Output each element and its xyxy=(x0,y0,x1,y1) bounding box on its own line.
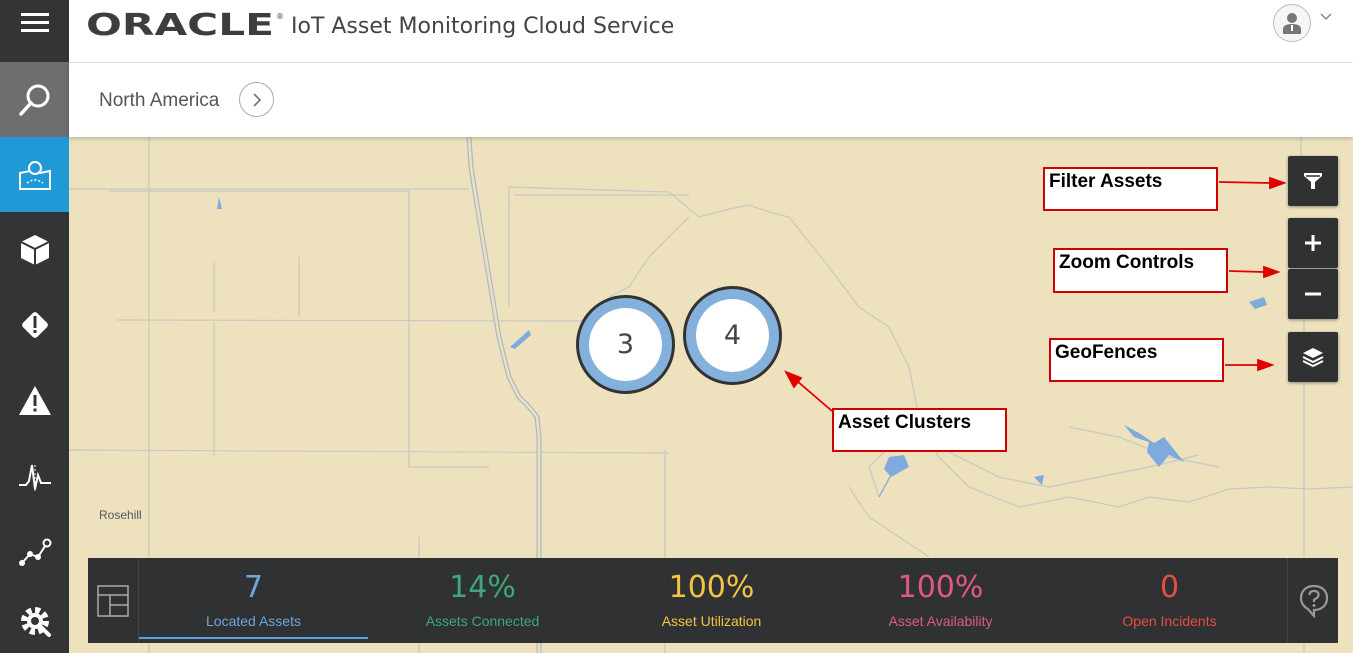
metric-value: 0 xyxy=(1159,570,1180,605)
callout-geofences: GeoFences xyxy=(1049,338,1224,382)
connections-nav-button[interactable] xyxy=(0,514,69,589)
place-label-rosehill: Rosehill xyxy=(99,508,142,522)
cluster-count: 4 xyxy=(723,320,742,351)
layout-icon xyxy=(97,584,129,617)
metrics-bar: 7 Located Assets 14% Assets Connected 10… xyxy=(88,558,1338,643)
metric-value: 100% xyxy=(668,570,755,605)
metric-value: 100% xyxy=(897,570,984,605)
map-nav-button[interactable] xyxy=(0,137,69,212)
geofences-button[interactable] xyxy=(1288,332,1338,382)
assets-nav-button[interactable] xyxy=(0,212,69,287)
plus-icon xyxy=(1305,235,1321,251)
help-button[interactable] xyxy=(1287,558,1339,643)
svg-text:ORACLE: ORACLE xyxy=(86,9,274,41)
connections-icon xyxy=(18,538,51,566)
metric-label: Assets Connected xyxy=(425,613,540,629)
chevron-right-icon xyxy=(252,92,261,107)
alerts-nav-button[interactable] xyxy=(0,362,69,439)
filter-assets-button[interactable] xyxy=(1288,156,1338,206)
callout-filter-assets: Filter Assets xyxy=(1043,167,1218,211)
help-icon xyxy=(1299,584,1328,618)
oracle-logo: ORACLE ® xyxy=(86,9,284,41)
analytics-nav-button[interactable] xyxy=(0,439,69,514)
metric-located-assets[interactable]: 7 Located Assets xyxy=(139,558,368,643)
asset-cluster[interactable]: 4 xyxy=(683,286,782,385)
menu-icon xyxy=(20,13,49,32)
map-icon xyxy=(18,160,51,190)
alerts-triangle-icon xyxy=(18,385,51,415)
zoom-in-button[interactable] xyxy=(1288,218,1338,268)
callout-zoom-controls: Zoom Controls xyxy=(1053,248,1228,293)
top-header: ORACLE ® IoT Asset Monitoring Cloud Serv… xyxy=(69,0,1353,63)
breadcrumb-location[interactable]: North America xyxy=(99,90,219,112)
metric-label: Open Incidents xyxy=(1122,613,1217,629)
search-nav-button[interactable] xyxy=(0,62,69,137)
incidents-diamond-icon xyxy=(21,311,48,338)
settings-icon xyxy=(20,607,51,637)
user-icon xyxy=(1283,13,1301,34)
zoom-out-button[interactable] xyxy=(1288,269,1338,319)
breadcrumb-next-button[interactable] xyxy=(239,82,274,117)
cluster-count: 3 xyxy=(616,329,635,360)
layout-toggle-button[interactable] xyxy=(88,558,139,643)
analytics-icon xyxy=(18,464,51,491)
metric-assets-connected[interactable]: 14% Assets Connected xyxy=(368,558,597,643)
metric-label: Located Assets xyxy=(206,613,301,629)
sidebar xyxy=(0,0,69,653)
user-avatar-button[interactable] xyxy=(1273,4,1311,42)
metric-value: 14% xyxy=(449,570,516,605)
menu-button[interactable] xyxy=(0,0,69,44)
minus-icon xyxy=(1305,292,1321,296)
incidents-nav-button[interactable] xyxy=(0,287,69,362)
callout-asset-clusters: Asset Clusters xyxy=(832,408,1007,452)
assets-cube-icon xyxy=(20,234,49,265)
search-icon xyxy=(18,84,49,116)
metric-asset-availability[interactable]: 100% Asset Availability xyxy=(826,558,1055,643)
svg-text:®: ® xyxy=(276,12,284,21)
metric-label: Asset Utilization xyxy=(661,613,762,629)
app-title: IoT Asset Monitoring Cloud Service xyxy=(291,14,675,39)
filter-icon xyxy=(1304,173,1322,189)
metric-value: 7 xyxy=(243,570,264,605)
asset-cluster[interactable]: 3 xyxy=(576,295,675,394)
metric-open-incidents[interactable]: 0 Open Incidents xyxy=(1055,558,1284,643)
layers-icon xyxy=(1302,348,1324,368)
settings-nav-button[interactable] xyxy=(0,589,69,653)
breadcrumb: North America xyxy=(69,63,1353,137)
metric-label: Asset Availability xyxy=(888,613,993,629)
chevron-down-icon[interactable] xyxy=(1320,13,1332,21)
metric-asset-utilization[interactable]: 100% Asset Utilization xyxy=(597,558,826,643)
